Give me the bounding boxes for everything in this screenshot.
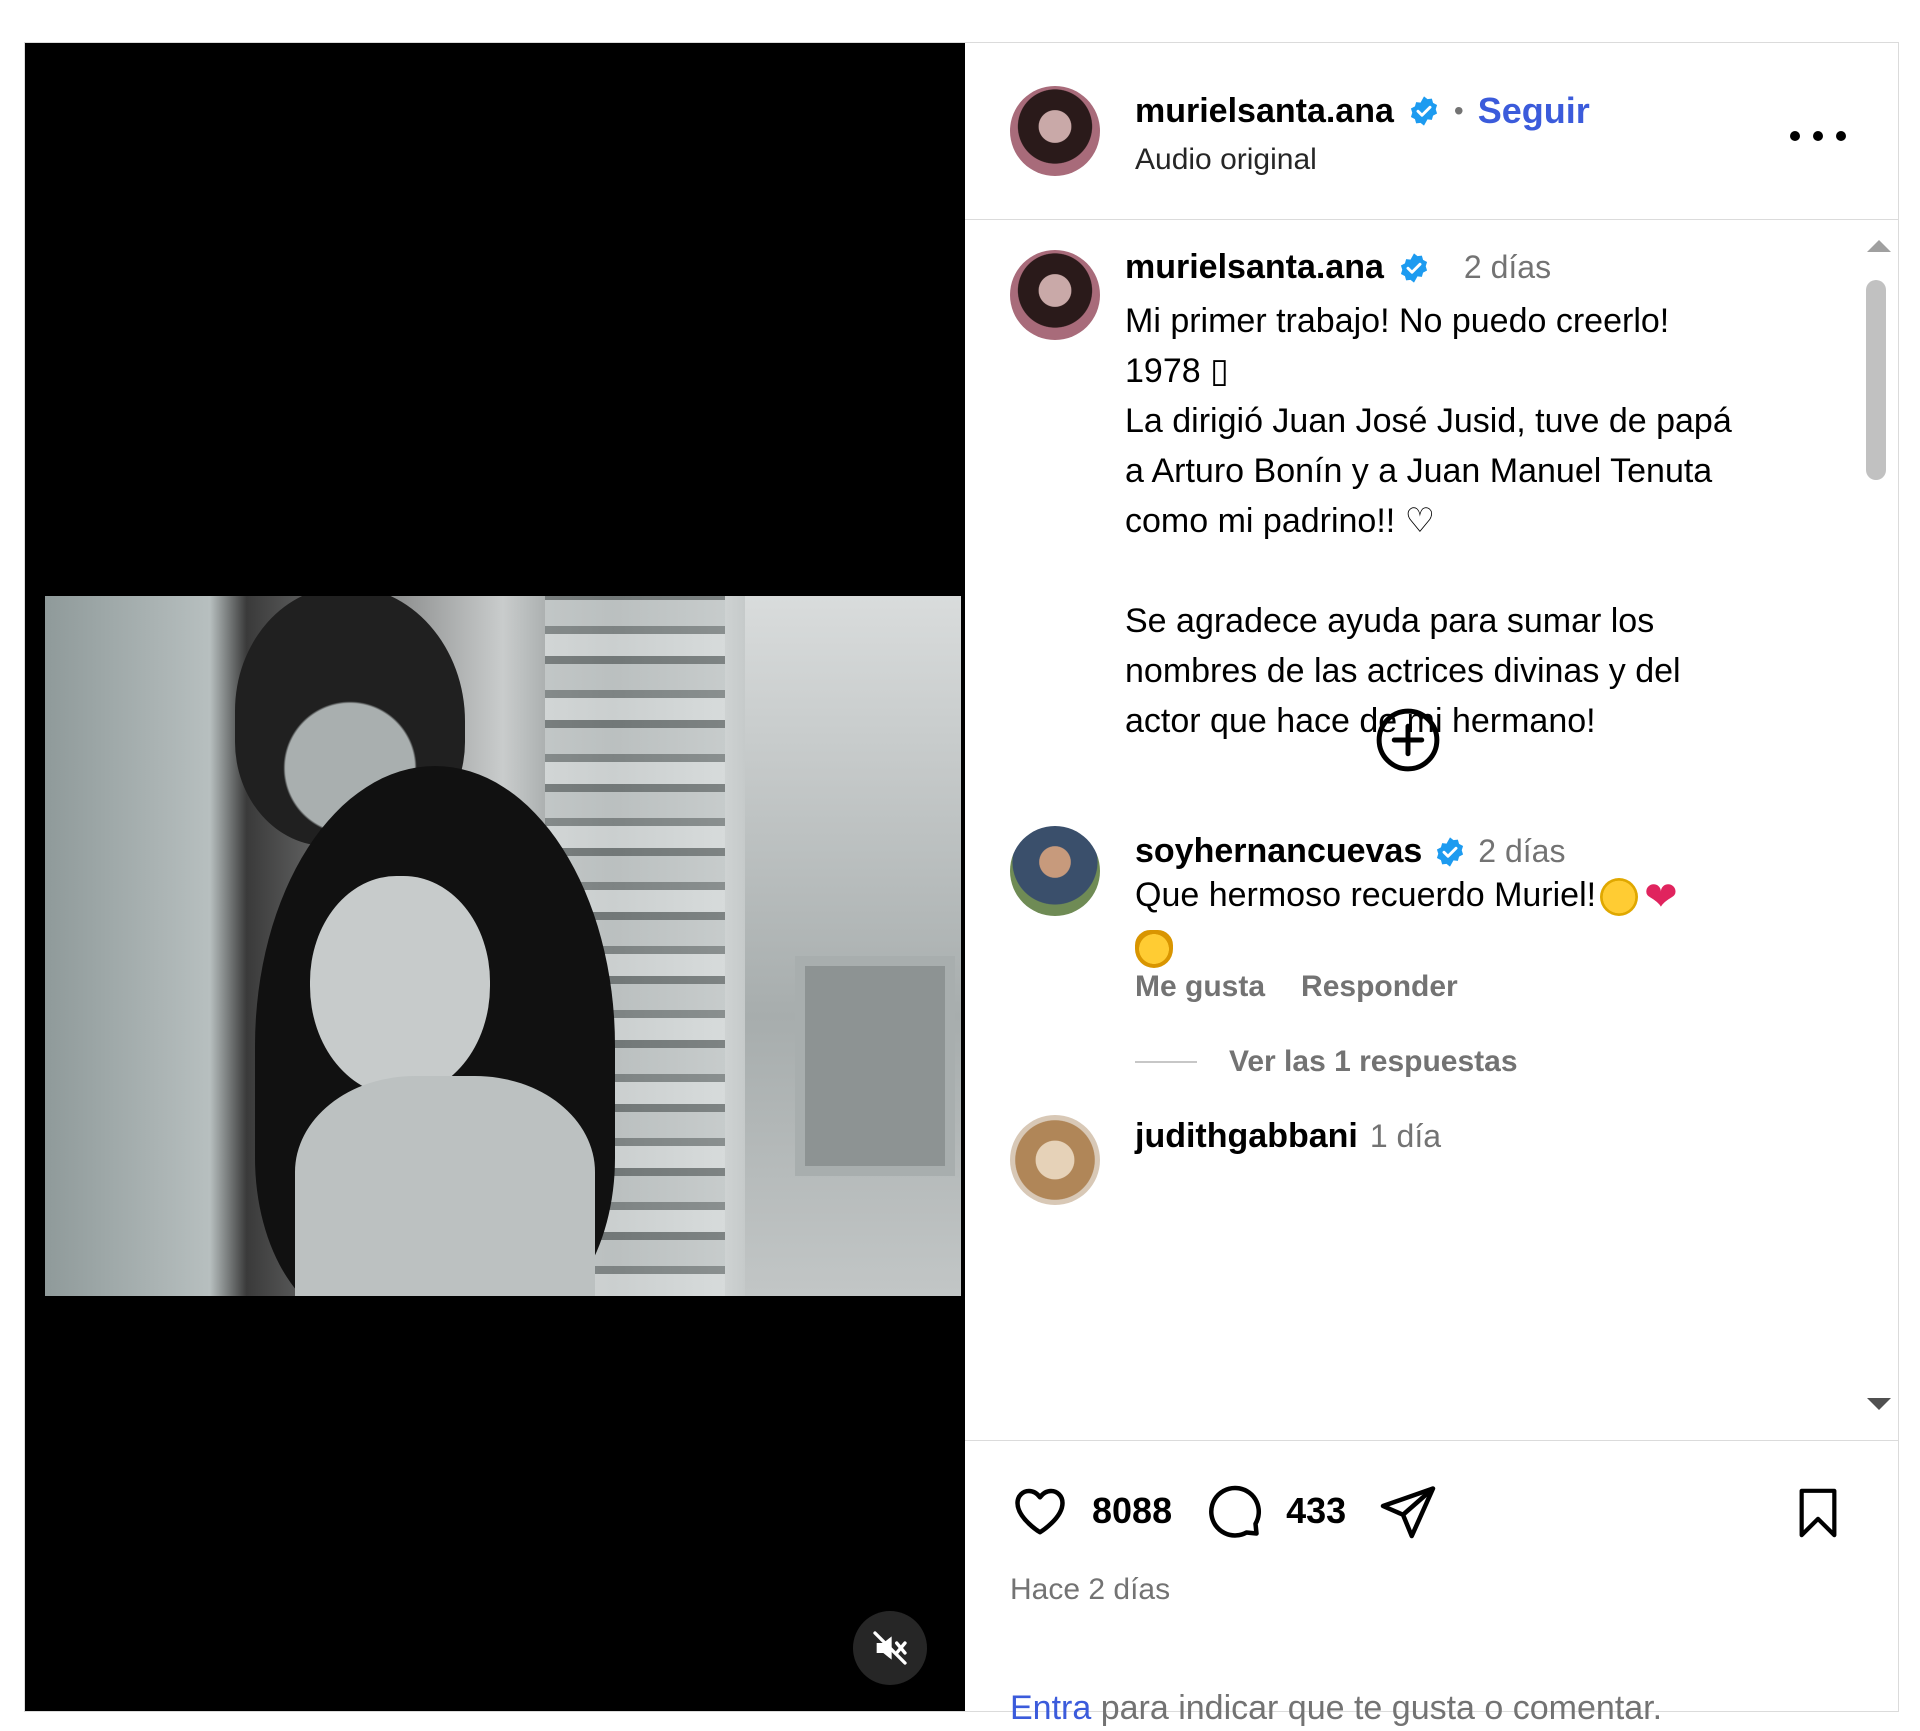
commenter-avatar[interactable] xyxy=(1010,1115,1100,1205)
author-avatar[interactable] xyxy=(1010,86,1100,176)
comment-body: Que hermoso recuerdo Muriel! xyxy=(1135,876,1597,914)
post-header: murielsanta.ana • Seguir Audio original xyxy=(965,43,1898,220)
post-sidebar: murielsanta.ana • Seguir Audio original … xyxy=(965,43,1898,1727)
red-heart-emoji-icon: ❤ xyxy=(1644,875,1678,920)
audio-label[interactable]: Audio original xyxy=(1135,143,1317,177)
comment-time[interactable]: 2 días xyxy=(1478,833,1565,870)
video-frame xyxy=(45,596,961,1296)
caption-time[interactable]: 2 días xyxy=(1464,249,1551,286)
view-replies[interactable]: Ver las 1 respuestas xyxy=(1135,1045,1518,1079)
post-footer: 8088 433 Hace 2 días Entra para indicar … xyxy=(965,1440,1898,1727)
verified-badge-icon xyxy=(1437,836,1464,867)
view-replies-label: Ver las 1 respuestas xyxy=(1229,1045,1518,1078)
bookmark-icon[interactable] xyxy=(1790,1483,1846,1543)
muted-speaker-icon xyxy=(873,1631,907,1665)
instagram-post: murielsanta.ana • Seguir Audio original … xyxy=(24,42,1899,1727)
commenter-avatar[interactable] xyxy=(1010,826,1100,916)
video-player[interactable] xyxy=(25,43,965,1711)
send-icon[interactable] xyxy=(1378,1481,1438,1541)
caption-author-username[interactable]: murielsanta.ana xyxy=(1125,248,1384,287)
comment-reply-button[interactable]: Responder xyxy=(1301,970,1458,1004)
comment-time[interactable]: 1 día xyxy=(1370,1118,1441,1155)
replies-divider xyxy=(1135,1061,1197,1063)
more-options-icon[interactable] xyxy=(1790,121,1846,151)
comment-bubble-icon[interactable] xyxy=(1204,1481,1264,1541)
verified-badge-icon xyxy=(1410,96,1437,126)
login-prompt: Entra para indicar que te gusta o coment… xyxy=(1010,1689,1662,1728)
comment-header: judithgabbani 1 día xyxy=(1135,1117,1441,1156)
verified-badge-icon xyxy=(1400,252,1427,283)
posted-time[interactable]: Hace 2 días xyxy=(1010,1573,1170,1607)
comment-like-button[interactable]: Me gusta xyxy=(1135,970,1265,1004)
comments-scroll-area[interactable]: murielsanta.ana 2 días Mi primer trabajo… xyxy=(965,220,1898,1440)
heart-icon[interactable] xyxy=(1010,1481,1070,1541)
scroll-down-arrow-icon[interactable] xyxy=(1867,1398,1891,1410)
scroll-up-arrow-icon[interactable] xyxy=(1867,240,1891,252)
comment-text: Que hermoso recuerdo Muriel! ❤ xyxy=(1135,870,1835,972)
likes-count[interactable]: 8088 xyxy=(1092,1490,1172,1532)
follow-button[interactable]: Seguir xyxy=(1478,90,1590,132)
caption-author-avatar[interactable] xyxy=(1010,250,1100,340)
comments-count[interactable]: 433 xyxy=(1286,1490,1346,1532)
caption-text: Mi primer trabajo! No puedo creerlo! 197… xyxy=(1125,302,1732,740)
post-actions: 8088 433 xyxy=(1010,1481,1438,1541)
commenter-username[interactable]: judithgabbani xyxy=(1135,1117,1358,1156)
heart-eyes-emoji-icon xyxy=(1600,878,1639,917)
clapping-hands-emoji-icon xyxy=(1135,930,1173,969)
login-prompt-text: para indicar que te gusta o comentar. xyxy=(1091,1689,1663,1727)
login-link[interactable]: Entra xyxy=(1010,1689,1091,1727)
scroll-thumb[interactable] xyxy=(1866,280,1886,480)
load-more-plus-icon[interactable] xyxy=(1375,707,1441,773)
commenter-username[interactable]: soyhernancuevas xyxy=(1135,832,1422,871)
mute-toggle-button[interactable] xyxy=(853,1611,927,1685)
comment-header: soyhernancuevas 2 días xyxy=(1135,832,1565,871)
author-username[interactable]: murielsanta.ana xyxy=(1135,92,1394,131)
comment-actions: Me gusta Responder xyxy=(1135,970,1458,1004)
scrollbar[interactable] xyxy=(1862,240,1891,1410)
separator-dot: • xyxy=(1453,95,1464,126)
